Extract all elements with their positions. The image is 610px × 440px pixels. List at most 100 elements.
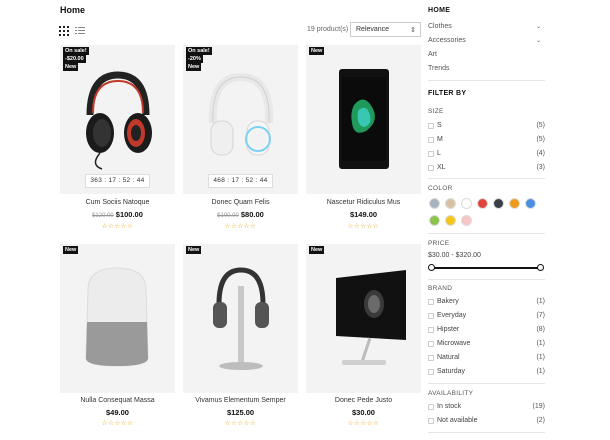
category-label: Art	[428, 51, 437, 58]
category-label: Trends	[428, 65, 450, 72]
option-label: Microwave	[437, 340, 471, 347]
checkbox[interactable]	[428, 137, 434, 143]
new-badge: New	[309, 47, 325, 55]
checkbox[interactable]	[428, 355, 434, 361]
availability-option-not-available[interactable]: Not available (2)	[428, 417, 545, 426]
brand-option-everyday[interactable]: Everyday (7)	[428, 312, 545, 321]
option-count: (19)	[532, 403, 545, 410]
option-label: Not available	[437, 417, 478, 424]
checkbox[interactable]	[428, 299, 434, 305]
size-option-l[interactable]: L (4)	[428, 150, 545, 159]
option-label: M	[437, 136, 443, 143]
color-swatch[interactable]	[429, 198, 440, 209]
brand-filter-title: BRAND	[428, 285, 453, 292]
option-label: L	[437, 150, 441, 157]
product-image[interactable]: New	[60, 244, 175, 393]
old-price: $120.00	[92, 213, 114, 219]
brand-option-microwave[interactable]: Microwave (1)	[428, 340, 545, 349]
color-swatch[interactable]	[461, 198, 472, 209]
countdown-timer: 363 : 17 : 52 : 44	[85, 174, 150, 188]
breadcrumb[interactable]: Home	[60, 5, 85, 15]
product-price-line: $120.00 $100.00	[60, 210, 175, 219]
sort-select[interactable]: Relevance ⇕	[350, 22, 421, 37]
product-image[interactable]: On sale! -20% New 468 : 17 : 52 : 44	[183, 45, 298, 194]
price-slider-track[interactable]	[430, 267, 541, 269]
color-swatch[interactable]	[461, 215, 472, 226]
current-price: $30.00	[352, 408, 375, 417]
price-slider-min-handle[interactable]	[428, 264, 435, 271]
home-heading[interactable]: HOME	[428, 7, 450, 14]
size-option-xl[interactable]: XL (3)	[428, 164, 545, 173]
checkbox[interactable]	[428, 123, 434, 129]
rating-stars-icon: ☆☆☆☆☆	[347, 420, 380, 427]
list-view-icon[interactable]	[75, 26, 85, 35]
checkbox[interactable]	[428, 369, 434, 375]
rating-stars-icon: ☆☆☆☆☆	[347, 223, 380, 230]
color-swatch[interactable]	[445, 215, 456, 226]
discount-badge: -$20.00	[63, 55, 86, 63]
option-label: XL	[437, 164, 446, 171]
size-option-m[interactable]: M (5)	[428, 136, 545, 145]
on-sale-badge: On sale!	[186, 47, 212, 55]
color-swatch[interactable]	[525, 198, 536, 209]
brand-option-natural[interactable]: Natural (1)	[428, 354, 545, 363]
product-name[interactable]: Nulla Consequat Massa	[60, 397, 175, 404]
new-badge: New	[186, 63, 202, 71]
new-badge: New	[186, 246, 202, 254]
grid-view-icon[interactable]	[59, 26, 69, 36]
price-slider-max-handle[interactable]	[537, 264, 544, 271]
rating-stars-icon: ☆☆☆☆☆	[224, 420, 257, 427]
availability-filter-title: AVAILABILITY	[428, 390, 474, 397]
chevron-down-icon[interactable]: ⌄	[536, 23, 541, 30]
color-swatch[interactable]	[493, 198, 504, 209]
checkbox[interactable]	[428, 165, 434, 171]
product-price-line: $100.00 $80.00	[183, 210, 298, 219]
checkbox[interactable]	[428, 327, 434, 333]
color-swatch[interactable]	[477, 198, 488, 209]
rating-stars-icon: ☆☆☆☆☆	[101, 223, 134, 230]
brand-option-saturday[interactable]: Saturday (1)	[428, 368, 545, 377]
checkbox[interactable]	[428, 418, 434, 424]
checkbox[interactable]	[428, 341, 434, 347]
option-count: (1)	[536, 354, 545, 361]
size-filter-title: SIZE	[428, 108, 444, 115]
product-name[interactable]: Vivamus Elementum Semper	[183, 397, 298, 404]
checkbox[interactable]	[428, 313, 434, 319]
current-price: $100.00	[115, 210, 143, 219]
product-price-line: $125.00	[183, 408, 298, 417]
size-option-s[interactable]: S (5)	[428, 122, 545, 131]
option-label: Natural	[437, 354, 460, 361]
availability-option-in-stock[interactable]: In stock (19)	[428, 403, 545, 412]
product-image[interactable]: On sale! -$20.00 New 363 : 17 : 52 : 44	[60, 45, 175, 194]
checkbox[interactable]	[428, 404, 434, 410]
product-name[interactable]: Nascetur Ridiculus Mus	[306, 199, 421, 206]
brand-option-bakery[interactable]: Bakery (1)	[428, 298, 545, 307]
category-label: Accessories	[428, 37, 466, 44]
product-name[interactable]: Donec Quam Felis	[183, 199, 298, 206]
category-item-clothes[interactable]: Clothes ⌄	[428, 23, 545, 30]
option-count: (7)	[536, 312, 545, 319]
checkbox[interactable]	[428, 151, 434, 157]
filter-heading: FILTER BY	[428, 90, 467, 97]
product-image[interactable]: New	[306, 45, 421, 194]
on-sale-badge: On sale!	[63, 47, 89, 55]
chevron-down-icon[interactable]: ⌄	[536, 37, 541, 44]
color-swatch[interactable]	[429, 215, 440, 226]
option-label: Bakery	[437, 298, 459, 305]
brand-option-hipster[interactable]: Hipster (8)	[428, 326, 545, 335]
category-item-accessories[interactable]: Accessories ⌄	[428, 37, 545, 44]
product-image[interactable]: New	[183, 244, 298, 393]
category-item-trends[interactable]: Trends	[428, 65, 545, 72]
color-swatch[interactable]	[509, 198, 520, 209]
product-price-line: $30.00	[306, 408, 421, 417]
color-swatch[interactable]	[445, 198, 456, 209]
option-label: Hipster	[437, 326, 460, 333]
product-name[interactable]: Cum Sociis Natoque	[60, 199, 175, 206]
rating-stars-icon: ☆☆☆☆☆	[224, 223, 257, 230]
divider	[428, 80, 545, 81]
option-label: Everyday	[437, 312, 467, 319]
category-item-art[interactable]: Art	[428, 51, 545, 58]
product-name[interactable]: Donec Pede Justo	[306, 397, 421, 404]
new-badge: New	[63, 246, 79, 254]
product-image[interactable]: New	[306, 244, 421, 393]
